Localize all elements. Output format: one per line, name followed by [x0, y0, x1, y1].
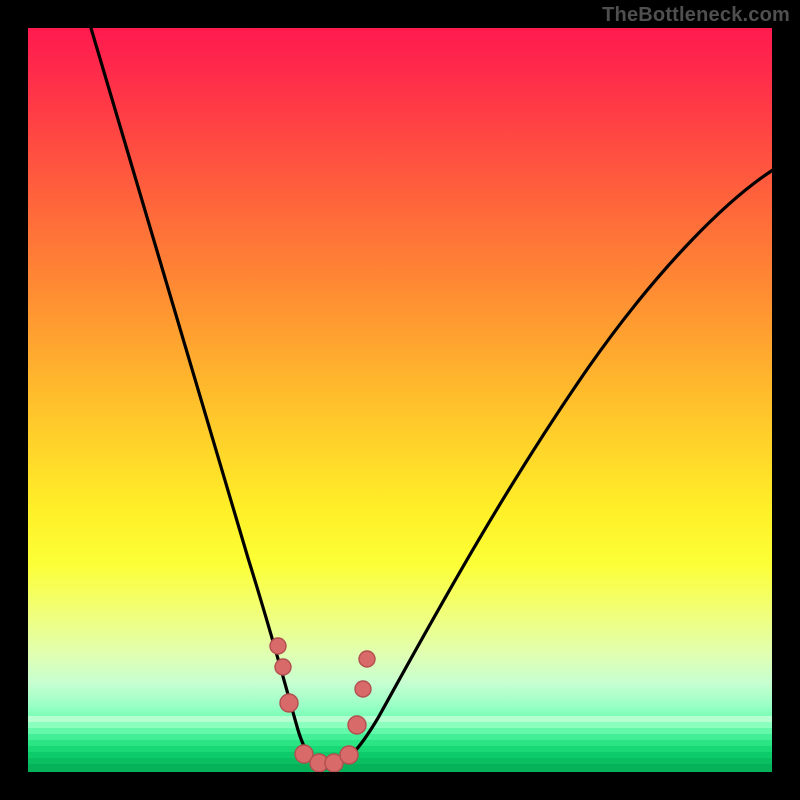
- marker-point: [275, 659, 291, 675]
- marker-point: [359, 651, 375, 667]
- marker-point: [340, 746, 358, 764]
- marker-point: [270, 638, 286, 654]
- marker-point: [348, 716, 366, 734]
- marker-point: [355, 681, 371, 697]
- chart-frame: TheBottleneck.com: [0, 0, 800, 800]
- marker-group: [270, 638, 375, 772]
- plot-area: [28, 28, 772, 772]
- curve-svg: [28, 28, 772, 772]
- marker-point: [280, 694, 298, 712]
- watermark-text: TheBottleneck.com: [602, 4, 790, 27]
- curve-right-branch: [326, 168, 772, 768]
- curve-left-branch: [88, 28, 326, 768]
